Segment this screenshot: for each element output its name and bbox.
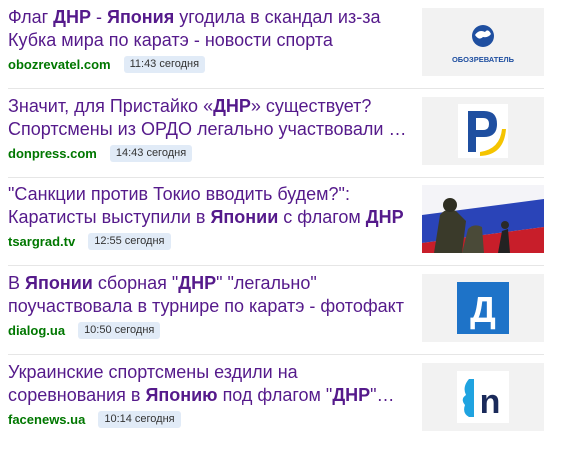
news-source-link[interactable]: obozrevatel.com <box>8 57 111 72</box>
title-highlight: ДНР <box>213 96 251 116</box>
obozrevatel-logo-icon: ОБОЗРЕВАТЕЛЬ <box>422 8 544 76</box>
news-source-link[interactable]: dialog.ua <box>8 323 65 338</box>
title-highlight: ДНР <box>53 7 91 27</box>
news-source-link[interactable]: donpress.com <box>8 146 97 161</box>
news-thumbnail[interactable]: Д <box>422 274 544 342</box>
news-text: В Японии сборная "ДНР" "легально" поучас… <box>8 272 410 339</box>
news-time-badge: 10:50 сегодня <box>78 321 161 339</box>
news-time-badge: 12:55 сегодня <box>88 232 171 250</box>
dialog-logo-icon: Д <box>422 274 544 342</box>
news-item: Украинские спортсмены ездили на соревнов… <box>0 361 570 447</box>
news-meta: donpress.com 14:43 сегодня <box>8 144 410 162</box>
facenews-logo-text: n <box>480 383 501 421</box>
news-text: Флаг ДНР - Япония угодила в скандал из-з… <box>8 6 410 73</box>
dialog-logo-text: Д <box>470 289 496 330</box>
news-thumbnail[interactable]: ОБОЗРЕВАТЕЛЬ <box>422 8 544 76</box>
donpress-logo-icon <box>422 97 544 165</box>
title-segment: под флагом " <box>217 384 333 405</box>
news-title-link[interactable]: В Японии сборная "ДНР" "легально" поучас… <box>8 272 410 317</box>
divider <box>8 88 544 89</box>
news-title-link[interactable]: Значит, для Пристайко «ДНР» существует? … <box>8 95 410 140</box>
news-thumbnail[interactable] <box>422 97 544 165</box>
title-highlight: Японии <box>25 273 93 293</box>
title-highlight: ДНР <box>365 206 404 227</box>
news-title-link[interactable]: Украинские спортсмены ездили на соревнов… <box>8 361 410 406</box>
title-highlight: ДНР <box>332 384 371 405</box>
title-segment: сборная " <box>92 273 179 293</box>
title-segment: В <box>8 273 26 293</box>
news-item: Значит, для Пристайко «ДНР» существует? … <box>0 95 570 181</box>
title-highlight: Япония <box>107 7 175 27</box>
news-meta: obozrevatel.com 11:43 сегодня <box>8 55 410 73</box>
news-time-badge: 11:43 сегодня <box>123 55 206 73</box>
news-meta: tsargrad.tv 12:55 сегодня <box>8 232 410 250</box>
title-segment: Флаг <box>8 7 54 27</box>
news-time-badge: 14:43 сегодня <box>109 144 193 162</box>
news-thumbnail[interactable]: n <box>422 363 544 431</box>
divider <box>8 265 544 266</box>
news-text: "Санкции против Токио вводить будем?": К… <box>8 183 410 250</box>
facenews-logo-icon: n <box>422 363 544 431</box>
news-title-link[interactable]: Флаг ДНР - Япония угодила в скандал из-з… <box>8 6 410 51</box>
news-meta: facenews.ua 10:14 сегодня <box>8 410 410 428</box>
divider <box>8 354 544 355</box>
news-source-link[interactable]: tsargrad.tv <box>8 234 75 249</box>
divider <box>8 177 544 178</box>
title-segment: Значит, для Пристайко « <box>8 96 214 116</box>
news-source-link[interactable]: facenews.ua <box>8 412 85 427</box>
title-segment: "… <box>370 384 395 405</box>
title-highlight: Японии <box>210 206 279 227</box>
title-segment: с флагом <box>278 206 366 227</box>
obozrevatel-logo-text: ОБОЗРЕВАТЕЛЬ <box>452 55 515 64</box>
title-highlight: ДНР <box>178 273 217 293</box>
news-item: "Санкции против Токио вводить будем?": К… <box>0 183 570 269</box>
news-item: Флаг ДНР - Япония угодила в скандал из-з… <box>0 6 570 92</box>
news-thumbnail[interactable] <box>422 185 544 253</box>
news-item: В Японии сборная "ДНР" "легально" поучас… <box>0 272 570 358</box>
news-time-badge: 10:14 сегодня <box>98 410 181 428</box>
title-highlight: Японию <box>145 384 218 405</box>
news-title-link[interactable]: "Санкции против Токио вводить будем?": К… <box>8 183 410 228</box>
soldiers-photo-icon <box>422 185 544 253</box>
news-meta: dialog.ua 10:50 сегодня <box>8 321 410 339</box>
news-text: Украинские спортсмены ездили на соревнов… <box>8 361 410 428</box>
title-segment: - <box>91 7 107 27</box>
news-text: Значит, для Пристайко «ДНР» существует? … <box>8 95 410 162</box>
